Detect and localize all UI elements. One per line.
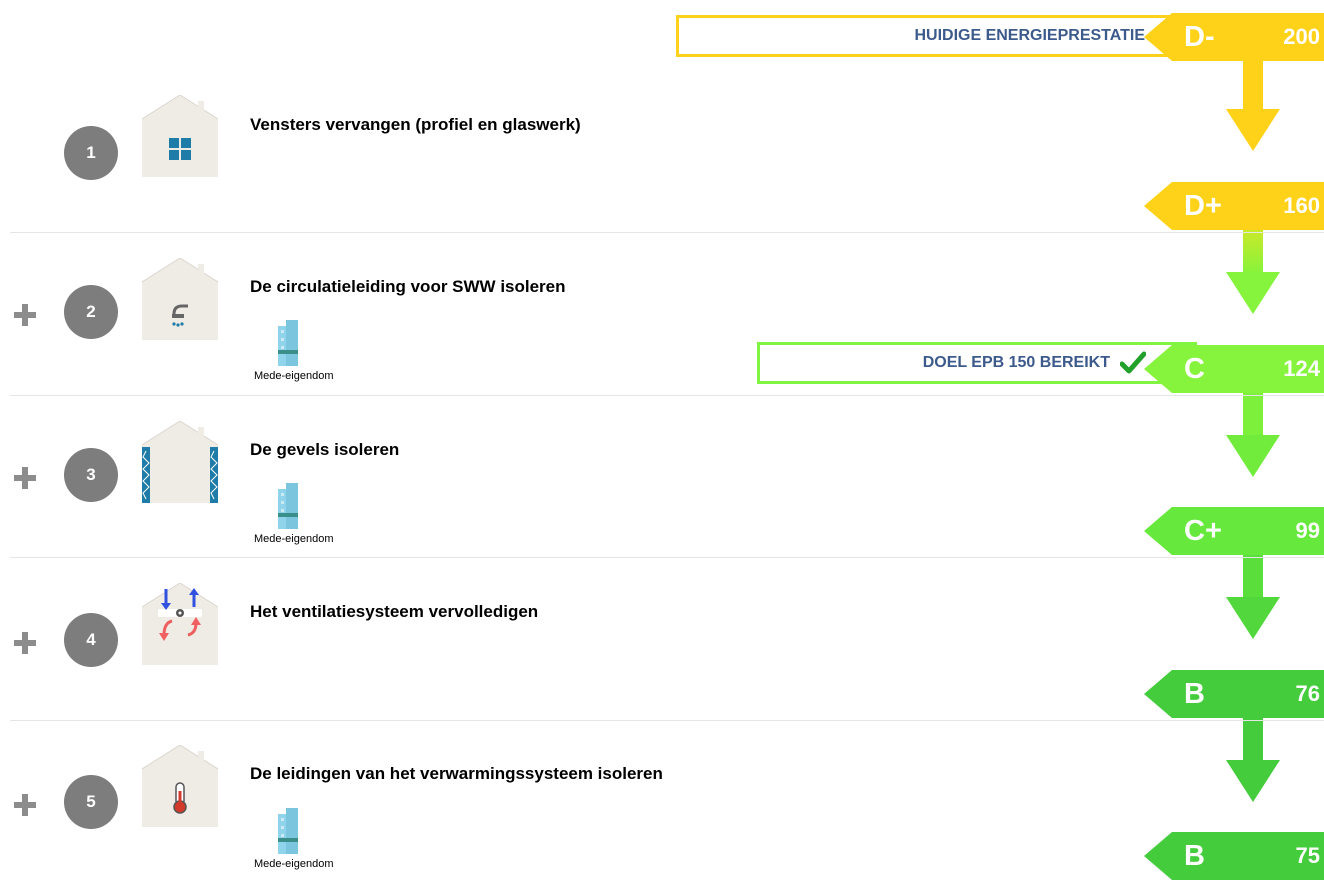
checkmark-icon xyxy=(1120,351,1146,374)
energy-class-label: D+ xyxy=(1184,190,1222,222)
plus-icon xyxy=(10,463,40,493)
building-icon xyxy=(278,320,298,366)
row-divider xyxy=(10,557,1324,558)
goal-reached-label: DOEL EPB 150 BEREIKT xyxy=(922,354,1110,371)
step-title: De leidingen van het verwarmingssysteem … xyxy=(250,764,663,783)
energy-class-label: C+ xyxy=(1184,515,1222,547)
step-number-badge: 1 xyxy=(64,126,118,180)
shared-ownership-indicator: Mede-eigendom xyxy=(254,808,364,878)
plus-icon xyxy=(10,628,40,658)
shared-ownership-label: Mede-eigendom xyxy=(254,858,334,870)
row-divider xyxy=(10,232,1324,233)
energy-class-badge: B 76 xyxy=(1144,670,1324,718)
step-number-badge: 4 xyxy=(64,613,118,667)
energy-class-label: C xyxy=(1184,353,1205,385)
energy-value: 75 xyxy=(1295,843,1320,868)
thermometer-icon xyxy=(142,745,218,827)
step-title: Het ventilatiesysteem vervolledigen xyxy=(250,602,539,621)
plus-icon xyxy=(10,300,40,330)
energy-value: 76 xyxy=(1295,681,1320,706)
current-performance-label: HUIDIGE ENERGIEPRESTATIE xyxy=(914,27,1145,44)
down-arrow-icon xyxy=(1226,718,1280,802)
shared-ownership-label: Mede-eigendom xyxy=(254,370,334,382)
energy-class-label: B xyxy=(1184,840,1205,872)
energy-class-label: D- xyxy=(1184,21,1215,53)
down-arrow-icon xyxy=(1226,555,1280,639)
step-title: De circulatieleiding voor SWW isoleren xyxy=(250,277,566,296)
step-number-badge: 2 xyxy=(64,285,118,339)
plus-icon xyxy=(10,790,40,820)
energy-class-badge: D- 200 xyxy=(1144,13,1324,61)
goal-reached-box: DOEL EPB 150 BEREIKT xyxy=(757,342,1197,384)
shared-ownership-indicator: Mede-eigendom xyxy=(254,483,364,553)
step-number-badge: 5 xyxy=(64,775,118,829)
step-title: De gevels isoleren xyxy=(250,440,400,459)
energy-value: 200 xyxy=(1283,24,1320,49)
down-arrow-icon xyxy=(1226,61,1280,151)
energy-class-badge: C+ 99 xyxy=(1144,507,1324,555)
shared-ownership-indicator: Mede-eigendom xyxy=(254,320,364,390)
energy-value: 124 xyxy=(1283,356,1320,381)
row-divider xyxy=(10,720,1324,721)
step-number-badge: 3 xyxy=(64,448,118,502)
wall-insulation-icon xyxy=(142,421,218,503)
ventilation-icon xyxy=(142,583,218,665)
energy-value: 99 xyxy=(1295,518,1320,543)
shared-ownership-label: Mede-eigendom xyxy=(254,533,334,545)
down-arrow-icon xyxy=(1226,393,1280,477)
row-divider xyxy=(10,395,1324,396)
energy-class-badge: D+ 160 xyxy=(1144,182,1324,230)
building-icon xyxy=(278,483,298,529)
energy-class-label: B xyxy=(1184,678,1205,710)
shower-icon xyxy=(142,258,218,340)
window-icon xyxy=(142,95,218,177)
step-title: Vensters vervangen (profiel en glaswerk) xyxy=(250,115,581,134)
energy-class-badge: B 75 xyxy=(1144,832,1324,880)
down-arrow-icon xyxy=(1226,230,1280,314)
building-icon xyxy=(278,808,298,854)
energy-value: 160 xyxy=(1283,193,1320,218)
current-performance-box: HUIDIGE ENERGIEPRESTATIE xyxy=(676,15,1196,57)
energy-class-badge: C 124 xyxy=(1144,345,1324,393)
